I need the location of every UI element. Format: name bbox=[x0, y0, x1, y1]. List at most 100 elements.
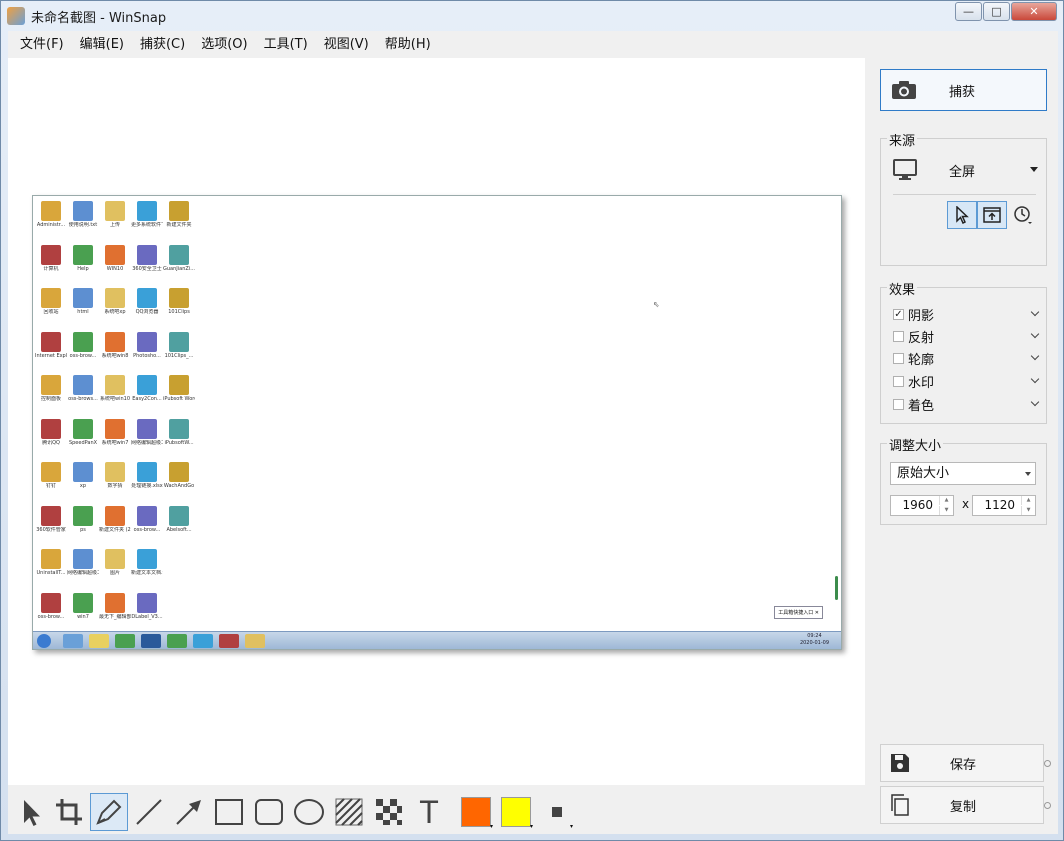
captured-taskbar: 09:24 2020-01-09 bbox=[33, 631, 841, 649]
hatch-tool-button[interactable] bbox=[330, 793, 368, 831]
desktop-icon: 360软件管家 bbox=[35, 505, 67, 533]
desktop-icon-label: 360软件管家 bbox=[36, 526, 66, 533]
captured-screenshot[interactable]: ⇖ 工具箱快捷入口 ✕ 09:24 2020-01-09 Administr..… bbox=[32, 195, 842, 650]
timer-mode-button[interactable] bbox=[1008, 201, 1038, 229]
fill-color-dropdown-icon[interactable]: ▾ bbox=[490, 824, 494, 830]
menu-bar: 文件(F) 编辑(E) 捕获(C) 选项(O) 工具(T) 视图(V) 帮助(H… bbox=[8, 31, 1058, 58]
desktop-icon: 新建文本文档.txt bbox=[131, 549, 163, 576]
save-options-dot[interactable] bbox=[1044, 760, 1051, 767]
taskbar-item bbox=[63, 634, 83, 648]
desktop-icon-label: 回收站 bbox=[43, 309, 59, 315]
desktop-icon-label: iPubsoftW... bbox=[164, 439, 194, 446]
capture-button[interactable]: 捕获 bbox=[880, 69, 1047, 111]
taskbar-item bbox=[167, 634, 187, 648]
copy-button[interactable]: 复制 bbox=[880, 786, 1051, 824]
desktop-icon-image bbox=[41, 201, 61, 221]
line-tool-button[interactable] bbox=[130, 793, 168, 831]
source-selector[interactable]: 全屏 bbox=[893, 157, 1038, 183]
chevron-down-icon[interactable] bbox=[1030, 307, 1040, 317]
desktop-icon: 计算机 bbox=[35, 244, 67, 272]
pointer-mode-button[interactable] bbox=[947, 201, 977, 229]
menu-options[interactable]: 选项(O) bbox=[193, 31, 255, 58]
desktop-icon-image bbox=[137, 418, 157, 439]
menu-edit[interactable]: 编辑(E) bbox=[72, 31, 132, 58]
rectangle-tool-button[interactable] bbox=[210, 793, 248, 831]
desktop-icon: QQ浏览器 bbox=[131, 288, 163, 315]
clock-date: 2020-01-09 bbox=[799, 640, 829, 646]
select-arrow-icon bbox=[1025, 472, 1031, 476]
window-mode-button[interactable] bbox=[977, 201, 1007, 229]
rounded-rectangle-tool-button[interactable] bbox=[250, 793, 288, 831]
width-down-button[interactable]: ▼ bbox=[939, 506, 953, 515]
desktop-icon-image bbox=[73, 201, 93, 221]
crop-tool-icon bbox=[56, 799, 82, 825]
resize-mode-select[interactable]: 原始大小 bbox=[890, 462, 1036, 485]
chevron-down-icon[interactable] bbox=[1030, 329, 1040, 339]
height-up-button[interactable]: ▲ bbox=[1021, 496, 1035, 505]
chevron-down-icon[interactable] bbox=[1030, 397, 1040, 407]
menu-view[interactable]: 视图(V) bbox=[316, 31, 377, 58]
ellipse-tool-icon bbox=[294, 799, 324, 825]
desktop-icon-image bbox=[41, 244, 61, 265]
copy-options-dot[interactable] bbox=[1044, 802, 1051, 809]
chevron-down-icon[interactable] bbox=[1030, 351, 1040, 361]
menu-tools[interactable]: 工具(T) bbox=[256, 31, 316, 58]
close-button[interactable]: ✕ bbox=[1011, 2, 1057, 21]
desktop-icon: 系统吧win7 bbox=[99, 418, 131, 446]
save-icon bbox=[891, 754, 909, 772]
menu-help[interactable]: 帮助(H) bbox=[377, 31, 439, 58]
outline-checkbox[interactable] bbox=[893, 352, 904, 364]
save-button[interactable]: 保存 bbox=[880, 744, 1051, 782]
pen-tool-button[interactable] bbox=[90, 793, 128, 831]
desktop-icon-label: GuanJianZi... bbox=[163, 265, 195, 272]
desktop-icon: Photosho... bbox=[131, 331, 163, 359]
monitor-icon bbox=[893, 159, 917, 180]
desktop-icon-label: 新建文件夹 bbox=[166, 222, 192, 228]
ellipse-tool-button[interactable] bbox=[290, 793, 328, 831]
effect-watermark-row[interactable]: 水印 bbox=[893, 370, 1040, 392]
effect-reflection-row[interactable]: 反射 bbox=[893, 325, 1040, 347]
desktop-icon: 更多系统软件下载.html bbox=[131, 201, 163, 228]
maximize-button[interactable]: □ bbox=[983, 2, 1010, 21]
effect-shadow-row[interactable]: ✓ 阴影 bbox=[893, 303, 1040, 325]
desktop-icon-label: win7 bbox=[77, 613, 89, 620]
menu-file[interactable]: 文件(F) bbox=[12, 31, 72, 58]
desktop-icon: iPubsoft Word t... bbox=[163, 375, 195, 402]
app-icon bbox=[7, 7, 25, 25]
height-down-button[interactable]: ▼ bbox=[1021, 506, 1035, 515]
shadow-checkbox[interactable]: ✓ bbox=[893, 308, 904, 320]
desktop-icon-image bbox=[73, 244, 93, 265]
text-tool-button[interactable]: T bbox=[410, 793, 448, 831]
desktop-icon-image bbox=[105, 462, 125, 482]
desktop-icon: Administr... bbox=[35, 201, 67, 228]
desktop-icon-label: 控制面板 bbox=[40, 396, 61, 402]
fill-color-swatch[interactable] bbox=[461, 797, 491, 827]
minimize-button[interactable]: — bbox=[955, 2, 982, 21]
desktop-icon: oss-brow... bbox=[67, 331, 99, 359]
desktop-icon-image bbox=[169, 244, 189, 265]
menu-capture[interactable]: 捕获(C) bbox=[132, 31, 193, 58]
chevron-down-icon[interactable] bbox=[1030, 374, 1040, 384]
line-width-dropdown-icon[interactable]: ▾ bbox=[570, 824, 574, 830]
height-input[interactable]: 1120 ▲ ▼ bbox=[972, 495, 1036, 516]
desktop-icon-image bbox=[73, 331, 93, 352]
desktop-icon-label: 101Clips_... bbox=[164, 352, 194, 359]
window-controls: — □ ✕ bbox=[954, 2, 1057, 21]
arrow-tool-button[interactable] bbox=[170, 793, 208, 831]
pixelate-tool-button[interactable] bbox=[370, 793, 408, 831]
desktop-icon-image bbox=[105, 288, 125, 308]
outline-color-dropdown-icon[interactable]: ▾ bbox=[530, 824, 534, 830]
effect-colorize-row[interactable]: 着色 bbox=[893, 393, 1040, 415]
desktop-icon-image bbox=[169, 418, 189, 439]
watermark-checkbox[interactable] bbox=[893, 375, 904, 387]
select-tool-button[interactable] bbox=[12, 793, 50, 831]
effect-outline-row[interactable]: 轮廓 bbox=[893, 347, 1040, 369]
crop-tool-button[interactable] bbox=[50, 793, 88, 831]
outline-color-swatch[interactable] bbox=[501, 797, 531, 827]
width-up-button[interactable]: ▲ bbox=[939, 496, 953, 505]
reflection-checkbox[interactable] bbox=[893, 330, 904, 342]
desktop-icon-label: 360安全卫士 bbox=[132, 265, 162, 272]
image-canvas[interactable]: ⇖ 工具箱快捷入口 ✕ 09:24 2020-01-09 Administr..… bbox=[8, 58, 865, 785]
colorize-checkbox[interactable] bbox=[893, 398, 904, 410]
width-input[interactable]: 1960 ▲ ▼ bbox=[890, 495, 954, 516]
